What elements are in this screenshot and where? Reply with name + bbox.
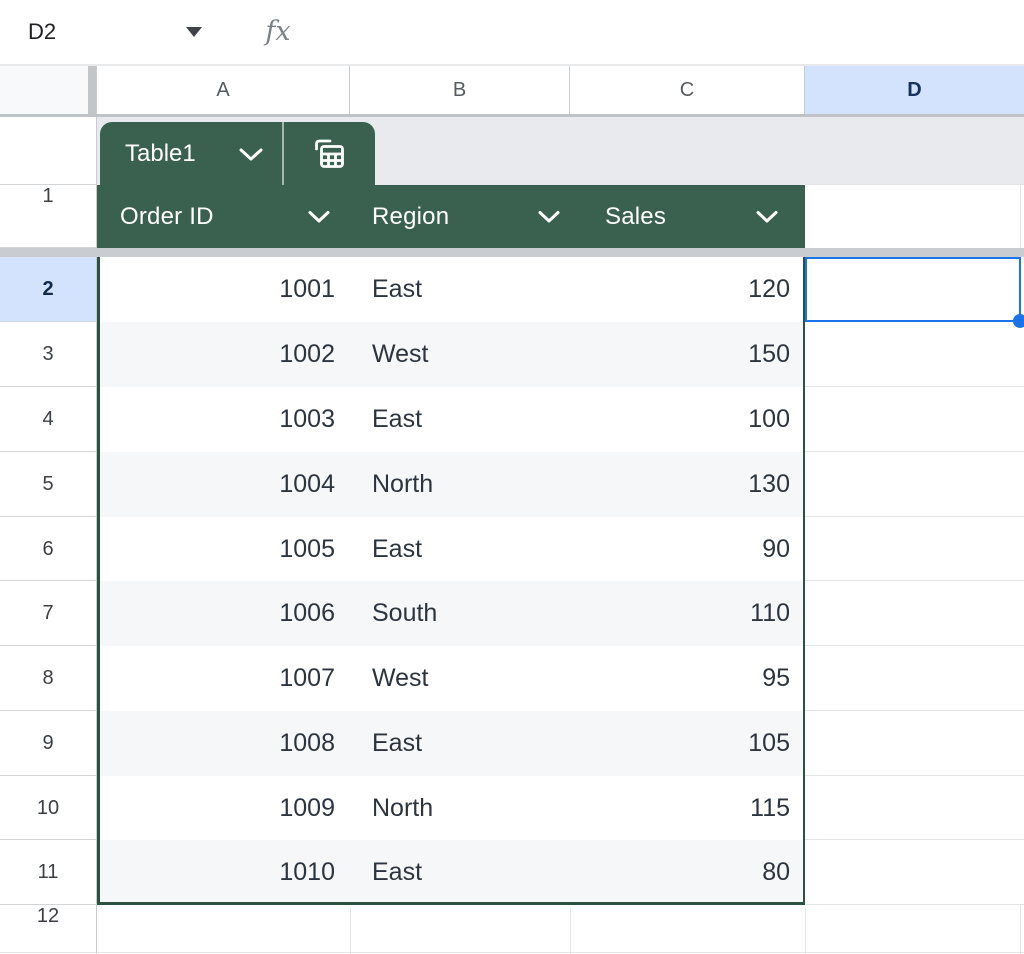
sheet-grid: Table1 1 Order ID Region Sales [0,117,1024,954]
cell-d-2[interactable] [805,257,1024,322]
row-header-chip-band[interactable] [0,117,97,185]
cell-order-id[interactable]: 1006 [97,581,335,646]
column-header-D[interactable]: D [805,66,1024,114]
cell-sales[interactable]: 105 [570,711,790,776]
cell-d-7[interactable] [805,581,1024,646]
row-header-3[interactable]: 3 [0,322,97,387]
row-header-6[interactable]: 6 [0,517,97,581]
name-box[interactable]: D2 [12,10,220,54]
cell-order-id[interactable]: 1010 [97,840,335,905]
row-header-12[interactable]: 12 [0,905,97,954]
cell-sales[interactable]: 115 [570,776,790,840]
formula-toolbar: D2 fx [0,0,1024,66]
cell-sales[interactable]: 100 [570,387,790,452]
row-header-10[interactable]: 10 [0,776,97,840]
select-all-corner[interactable] [0,66,97,114]
cell-sales[interactable]: 120 [570,257,790,322]
name-box-dropdown-icon[interactable] [186,27,202,37]
cell-d-6[interactable] [805,517,1024,581]
row-header-2[interactable]: 2 [0,257,97,322]
table-column-region: Region [372,185,449,248]
table-grid-icon[interactable] [308,133,350,175]
region-filter-chevron-icon[interactable] [537,210,561,224]
fill-handle-icon[interactable] [1013,314,1024,328]
row-header-4[interactable]: 4 [0,387,97,452]
table-menu-chevron-icon[interactable] [238,147,264,162]
cell-order-id[interactable]: 1004 [97,452,335,517]
column-header-A[interactable]: A [97,66,350,114]
cell-order-id[interactable]: 1005 [97,517,335,581]
gridline-row1-top [805,184,1024,185]
cell-region[interactable]: West [372,646,572,711]
cell-sales[interactable]: 95 [570,646,790,711]
table-name-label[interactable]: Table1 [125,122,196,185]
cell-order-id[interactable]: 1007 [97,646,335,711]
cell-sales[interactable]: 150 [570,322,790,387]
table-column-order-id: Order ID [120,185,214,248]
gridline-c-d [805,908,806,954]
cell-d-4[interactable] [805,387,1024,452]
cell-order-id[interactable]: 1008 [97,711,335,776]
cell-region[interactable]: North [372,776,572,840]
cell-region[interactable]: East [372,517,572,581]
table-name-chip[interactable]: Table1 [100,122,375,185]
row-header-5[interactable]: 5 [0,452,97,517]
column-header-row: A B C D [0,66,1024,117]
cell-sales[interactable]: 110 [570,581,790,646]
cell-order-id[interactable]: 1001 [97,257,335,322]
cell-d-10[interactable] [805,776,1024,840]
row-header-11[interactable]: 11 [0,840,97,905]
column-header-C[interactable]: C [570,66,805,114]
cell-d-5[interactable] [805,452,1024,517]
column-header-B[interactable]: B [350,66,570,114]
cell-order-id[interactable]: 1003 [97,387,335,452]
cell-d-9[interactable] [805,711,1024,776]
row-header-9[interactable]: 9 [0,711,97,776]
cell-region[interactable]: East [372,711,572,776]
gridline-b-c [570,908,571,954]
table-header-row: Order ID Region Sales [97,185,805,248]
cell-region[interactable]: South [372,581,572,646]
cell-region[interactable]: East [372,840,572,905]
row-header-7[interactable]: 7 [0,581,97,646]
row-header-1[interactable]: 1 [0,185,97,248]
cell-region[interactable]: East [372,387,572,452]
cell-d-11[interactable] [805,840,1024,905]
row-header-8[interactable]: 8 [0,646,97,711]
cell-region[interactable]: East [372,257,572,322]
gridline-a-b [350,908,351,954]
frozen-row-divider[interactable] [0,248,1024,257]
fx-icon: fx [256,8,300,56]
order-id-filter-chevron-icon[interactable] [307,210,331,224]
table-column-sales: Sales [605,185,666,248]
cell-d-3[interactable] [805,322,1024,387]
cell-order-id[interactable]: 1002 [97,322,335,387]
cell-sales[interactable]: 80 [570,840,790,905]
cell-d-8[interactable] [805,646,1024,711]
chip-divider [282,122,284,185]
spreadsheet-app: D2 fx A B C D Table1 [0,0,1024,954]
freeze-column-handle[interactable] [88,66,96,114]
gridline-row12-bottom [0,952,1024,953]
sales-filter-chevron-icon[interactable] [755,210,779,224]
name-box-value[interactable]: D2 [28,10,56,54]
cell-order-id[interactable]: 1009 [97,776,335,840]
cell-region[interactable]: North [372,452,572,517]
cell-sales[interactable]: 130 [570,452,790,517]
cell-region[interactable]: West [372,322,572,387]
cell-sales[interactable]: 90 [570,517,790,581]
